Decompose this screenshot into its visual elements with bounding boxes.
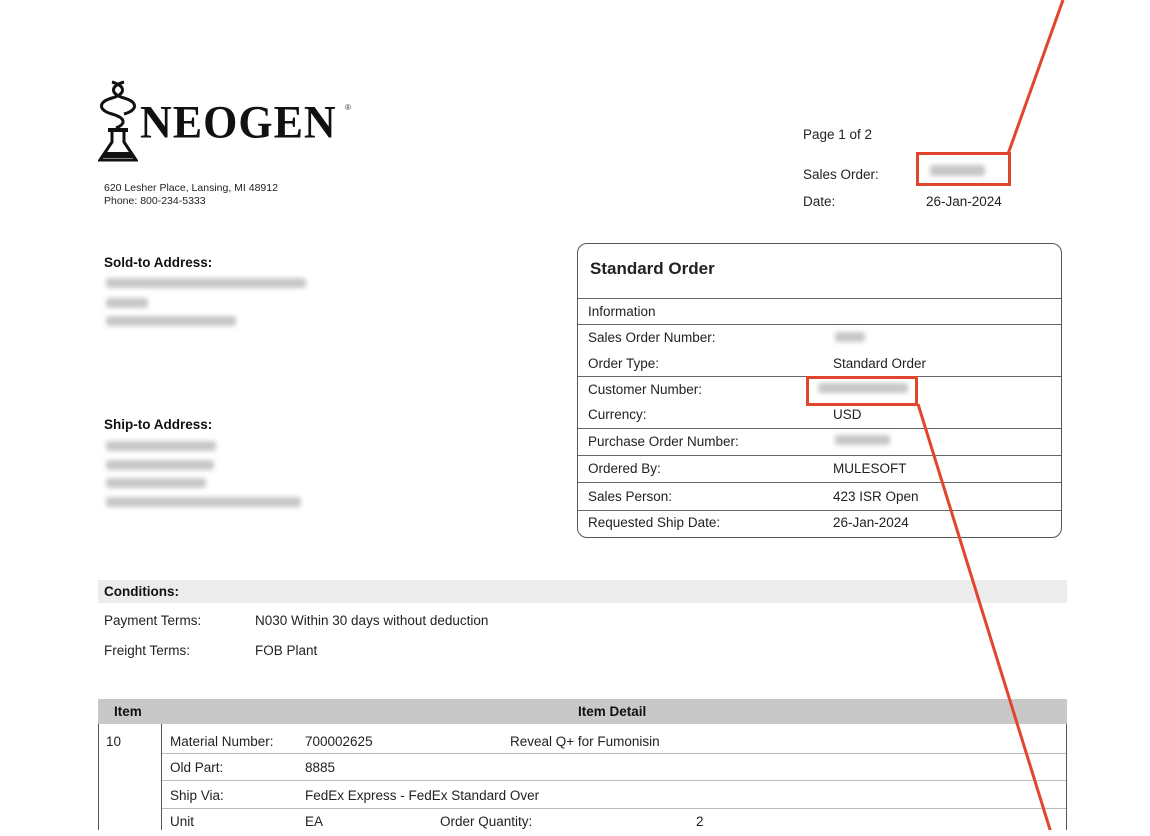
arrow-line-top bbox=[1006, 0, 1065, 155]
arrow-line-bottom bbox=[916, 403, 1054, 836]
annotation-arrows bbox=[916, 0, 1065, 836]
page-bottom-edge bbox=[0, 830, 1150, 836]
